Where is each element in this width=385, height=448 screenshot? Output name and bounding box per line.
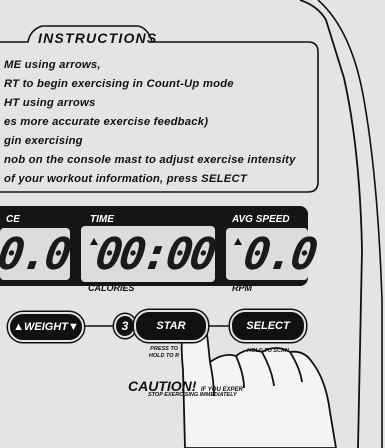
weight-button[interactable]: ▲WEIGHT▼	[8, 312, 84, 342]
weight-label: WEIGHT	[24, 321, 68, 333]
instruction-line: of your workout information, press SELEC…	[4, 173, 247, 185]
start-button[interactable]: STAR	[134, 310, 208, 342]
avg-speed-value: 0.0	[240, 229, 319, 280]
calories-label: CALORIES	[88, 283, 135, 293]
instruction-line: es more accurate exercise feedback)	[4, 116, 209, 128]
down-triangle-icon: ▼	[68, 321, 79, 333]
instruction-line: HT using arrows	[4, 97, 96, 109]
avg-speed-label: AVG SPEED	[232, 214, 290, 225]
step-number-badge: 3	[114, 314, 136, 338]
up-triangle-icon: ▲	[13, 321, 24, 333]
left-display-label: CE	[6, 214, 20, 225]
rpm-label: RPM	[232, 283, 252, 293]
instructions-list: ME using arrows, RT to begin exercising …	[4, 56, 304, 189]
caution-line2: STOP EXERCISING IMMEDIATELY	[148, 392, 237, 398]
start-hint-hold: HOLD TO R	[148, 353, 180, 359]
left-display-value: 0.0	[0, 229, 73, 280]
instruction-line: nob on the console mast to adjust exerci…	[4, 154, 296, 166]
instruction-line: ME using arrows,	[4, 59, 101, 71]
select-button[interactable]: SELECT	[230, 310, 306, 342]
time-value: 00:00	[92, 229, 218, 280]
start-hint-press: PRESS TO	[150, 346, 178, 352]
treadmill-console: INSTRUCTIONS ME using arrows, RT to begi…	[0, 0, 385, 448]
time-label: TIME	[90, 214, 114, 225]
instruction-line: RT to begin exercising in Count-Up mode	[4, 78, 234, 90]
start-hint: PRESS TO HOLD TO R	[134, 346, 194, 360]
instruction-line: gin exercising	[4, 135, 83, 147]
instructions-title: INSTRUCTIONS	[38, 30, 158, 46]
select-hint: HOLD TO SCAN	[247, 348, 289, 354]
up-triangle-icon	[234, 238, 242, 245]
